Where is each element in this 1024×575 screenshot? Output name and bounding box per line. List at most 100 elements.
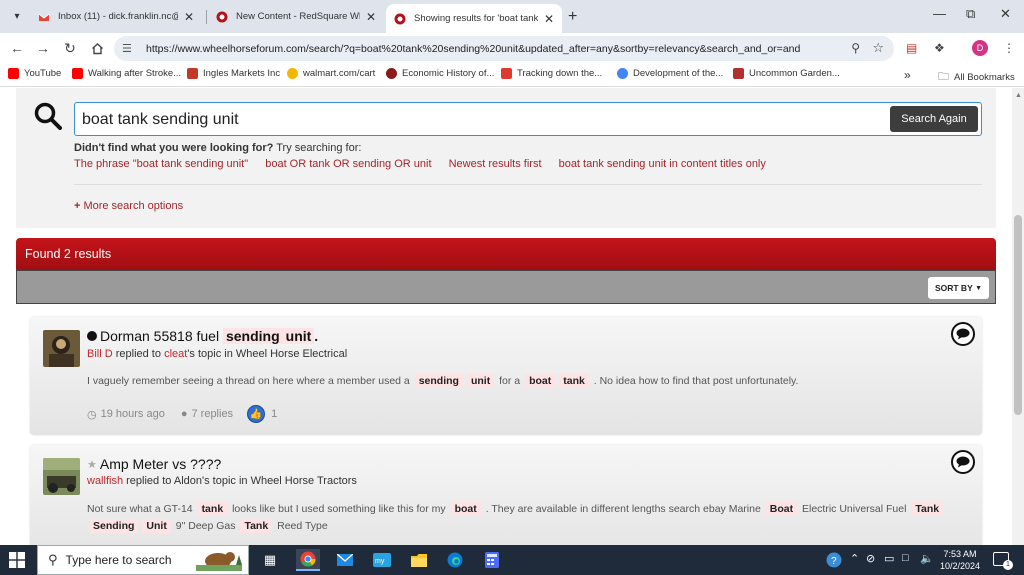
- notifications-icon[interactable]: 1: [993, 552, 1013, 570]
- tab-search-results[interactable]: Showing results for 'boat tank s ✕: [386, 4, 562, 33]
- unread-dot-icon: [87, 331, 97, 341]
- tab-redsquare-new-content[interactable]: New Content - RedSquare Whe ✕: [208, 4, 384, 29]
- chat-bubble-icon[interactable]: [951, 450, 975, 474]
- edge-icon[interactable]: [443, 549, 467, 571]
- suggestion-newest-link[interactable]: Newest results first: [449, 158, 542, 170]
- close-tab-icon[interactable]: ✕: [366, 10, 376, 24]
- mywalgreens-icon[interactable]: my: [370, 549, 394, 571]
- close-window-icon[interactable]: ✕: [1000, 6, 1011, 22]
- more-bookmarks-icon[interactable]: »: [904, 68, 911, 82]
- bookmark-economic-history[interactable]: Economic History of...: [386, 68, 494, 79]
- windows-start-icon[interactable]: [9, 552, 25, 568]
- snippet-text: I vaguely remember seeing a thread on he…: [87, 375, 410, 387]
- bookmark-walmart[interactable]: walmart.com/cart: [287, 68, 375, 79]
- display-icon[interactable]: ▭: [884, 552, 894, 565]
- calculator-icon[interactable]: [480, 549, 504, 571]
- more-search-options-label: More search options: [83, 200, 184, 212]
- mail-icon[interactable]: [333, 549, 357, 571]
- bookmarks-bar: YouTube Walking after Stroke... Ingles M…: [0, 63, 1024, 87]
- address-bar[interactable]: ☰ https://www.wheelhorseforum.com/search…: [114, 36, 894, 61]
- clock-time: 7:53 AM: [943, 549, 977, 559]
- tab-gmail[interactable]: Inbox (11) - dick.franklin.nc@gm ✕: [30, 4, 202, 29]
- help-icon[interactable]: ?: [826, 552, 842, 571]
- menu-kebab-icon[interactable]: ⋮: [1003, 41, 1015, 55]
- youtube-icon: [72, 68, 83, 79]
- avatar[interactable]: [43, 458, 80, 495]
- topic-owner-link[interactable]: Aldon: [174, 475, 202, 487]
- result-title-link[interactable]: ★ Amp Meter vs ????: [87, 456, 221, 472]
- extensions-puzzle-icon[interactable]: ❖: [934, 41, 945, 55]
- search-suggestions: The phrase "boat tank sending unit" boat…: [74, 158, 780, 170]
- snippet-highlight: Sending: [89, 519, 139, 533]
- page-scrollbar[interactable]: ▲: [1012, 88, 1024, 545]
- result-title-link[interactable]: Dorman 55818 fuel sending unit .: [87, 328, 318, 344]
- bookmark-youtube[interactable]: YouTube: [8, 68, 61, 79]
- restore-icon[interactable]: ⧉: [966, 6, 975, 22]
- sort-bar: SORT BY ▼: [16, 270, 996, 304]
- show-hidden-icons-icon[interactable]: ⌃: [850, 552, 859, 565]
- title-text: Dorman 55818 fuel: [100, 328, 220, 344]
- author-link[interactable]: wallfish: [87, 475, 123, 487]
- bookmark-development[interactable]: Development of the...: [617, 68, 723, 79]
- system-clock[interactable]: 7:53 AM 10/2/2024: [938, 548, 982, 572]
- bookmark-star-icon[interactable]: ☆: [872, 40, 884, 56]
- scrollbar-thumb[interactable]: [1014, 215, 1022, 415]
- extension-icon[interactable]: ▤: [906, 41, 917, 55]
- tab-divider: [206, 10, 207, 24]
- search-input[interactable]: boat tank sending unit Search Again: [74, 102, 982, 136]
- zoom-icon[interactable]: ⚲: [851, 41, 860, 55]
- reload-icon[interactable]: ↻: [61, 39, 79, 57]
- like-icon[interactable]: 👍: [247, 405, 266, 423]
- url-text[interactable]: https://www.wheelhorseforum.com/search/?…: [146, 43, 836, 55]
- title-highlight: sending: [222, 328, 283, 344]
- forward-icon[interactable]: →: [34, 39, 52, 57]
- result-meta: Bill D replied to cleat's topic in Wheel…: [87, 348, 347, 360]
- action-text: replied to: [115, 348, 161, 360]
- back-icon[interactable]: ←: [8, 39, 26, 57]
- search-query[interactable]: boat tank sending unit: [82, 111, 239, 129]
- snippet-highlight: unit: [466, 374, 495, 388]
- battery-icon[interactable]: □: [902, 552, 909, 564]
- browser-tab-strip: ▾ Inbox (11) - dick.franklin.nc@gm ✕ New…: [0, 0, 1024, 33]
- bookmark-ingles[interactable]: Ingles Markets Inc: [187, 68, 280, 79]
- network-off-icon[interactable]: ⊘: [866, 552, 875, 565]
- gmail-icon: [38, 11, 50, 23]
- suggestion-titles-link[interactable]: boat tank sending unit in content titles…: [559, 158, 766, 170]
- garden-icon: [733, 68, 744, 79]
- site-info-icon[interactable]: ☰: [122, 42, 138, 55]
- sort-by-button[interactable]: SORT BY ▼: [928, 277, 989, 299]
- more-search-options-link[interactable]: + More search options: [74, 200, 183, 212]
- suggestion-or-link[interactable]: boat OR tank OR sending OR unit: [265, 158, 431, 170]
- close-tab-icon[interactable]: ✕: [544, 12, 554, 26]
- new-tab-button[interactable]: +: [568, 8, 577, 26]
- bookmark-tracking-down[interactable]: Tracking down the...: [501, 68, 602, 79]
- chat-bubble-icon[interactable]: [951, 322, 975, 346]
- comment-icon: ●: [180, 408, 188, 420]
- profile-avatar[interactable]: D: [972, 40, 988, 56]
- bookmark-label: Economic History of...: [402, 68, 495, 79]
- home-icon[interactable]: [88, 39, 106, 57]
- didnt-find-rest: Try searching for:: [273, 142, 362, 154]
- avatar[interactable]: [43, 330, 80, 367]
- file-explorer-icon[interactable]: [407, 549, 431, 571]
- close-tab-icon[interactable]: ✕: [184, 10, 194, 24]
- volume-muted-icon[interactable]: 🔈: [920, 552, 934, 565]
- author-link[interactable]: Bill D: [87, 348, 113, 360]
- scroll-up-icon[interactable]: ▲: [1015, 92, 1022, 99]
- task-view-icon[interactable]: ▦: [258, 549, 282, 571]
- plus-icon: +: [74, 200, 81, 212]
- search-again-button[interactable]: Search Again: [890, 106, 978, 132]
- all-bookmarks[interactable]: 🗀 All Bookmarks: [938, 68, 1015, 87]
- chrome-taskbar-icon[interactable]: [296, 549, 320, 571]
- topic-owner-link[interactable]: cleat: [164, 348, 187, 360]
- tab-title: New Content - RedSquare Whe: [236, 11, 360, 22]
- forum-text: 's topic in Wheel Horse Tractors: [202, 475, 357, 487]
- bookmark-walking-after-stroke[interactable]: Walking after Stroke...: [72, 68, 181, 79]
- search-icon: [34, 102, 62, 130]
- suggestion-phrase-link[interactable]: The phrase "boat tank sending unit": [74, 158, 248, 170]
- taskbar-search-box[interactable]: ⚲ Type here to search: [37, 545, 249, 575]
- time-ago: 19 hours ago: [100, 408, 165, 420]
- minimize-icon[interactable]: —: [933, 6, 946, 21]
- tab-search-button[interactable]: ▾: [6, 6, 28, 26]
- bookmark-uncommon-garden[interactable]: Uncommon Garden...: [733, 68, 840, 79]
